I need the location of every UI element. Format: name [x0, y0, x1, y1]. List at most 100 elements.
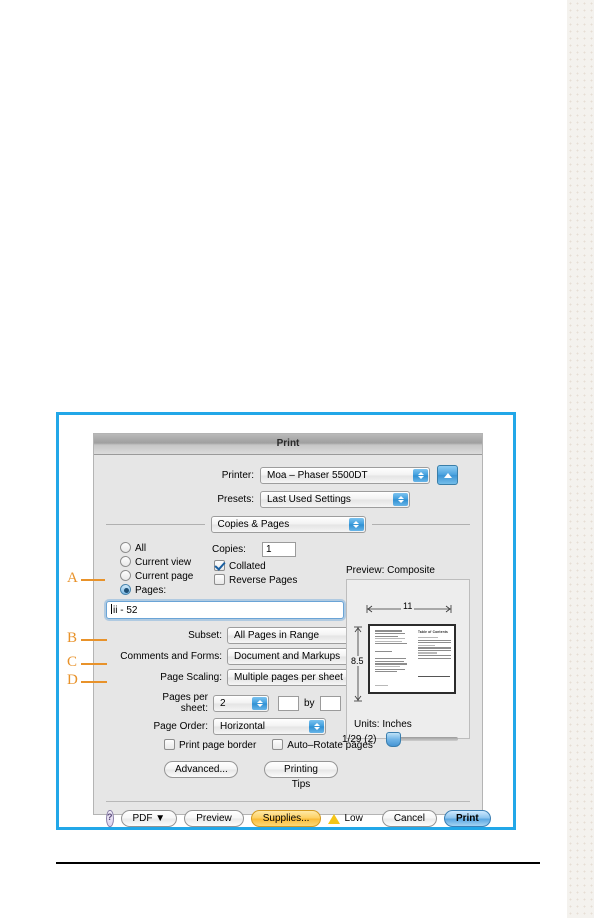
chevron-updown-icon: [252, 696, 267, 710]
width-dimension-value: 11: [401, 601, 415, 611]
divider-left: [106, 524, 205, 525]
eject-icon[interactable]: [437, 465, 458, 485]
chevron-updown-icon: [393, 493, 408, 506]
presets-label: Presets:: [217, 494, 254, 505]
custom-rows-input[interactable]: [278, 695, 299, 711]
radio-icon: [120, 570, 131, 581]
comments-and-forms-popup[interactable]: Document and Markups: [227, 648, 365, 665]
reverse-pages-label: Reverse Pages: [229, 575, 298, 586]
radio-all[interactable]: All: [120, 542, 212, 554]
preview-toc-title: Table of Contents: [417, 630, 449, 634]
comments-and-forms-label: Comments and Forms:: [120, 651, 222, 662]
printer-label: Printer:: [221, 469, 254, 481]
page-scaling-value: Multiple pages per sheet: [234, 672, 343, 683]
print-dialog: Print Printer: Moa – Phaser 5500DT Prese…: [93, 433, 491, 827]
height-dimension-value: 8.5: [349, 656, 366, 666]
pages-per-sheet-popup[interactable]: 2: [213, 694, 269, 712]
pane-popup[interactable]: Copies & Pages: [210, 516, 366, 533]
custom-cols-input[interactable]: [319, 695, 341, 711]
presets-value: Last Used Settings: [267, 494, 351, 505]
radio-all-label: All: [135, 543, 147, 554]
advanced-button[interactable]: Advanced...: [164, 761, 238, 778]
print-page-border-row[interactable]: Print page border: [164, 739, 256, 751]
callout-a-leader: [81, 579, 105, 581]
callout-c-leader: [81, 663, 107, 665]
radio-selected-icon: [120, 584, 131, 595]
checkbox-icon: [214, 574, 225, 585]
preview-box: 11 8.5 Table of Contents Units: Inches: [346, 579, 470, 739]
page-order-value: Horizontal: [220, 721, 266, 732]
cancel-button[interactable]: Cancel: [381, 810, 437, 827]
presets-popup[interactable]: Last Used Settings: [260, 491, 410, 508]
printing-tips-button[interactable]: Printing Tips: [264, 761, 338, 790]
by-label: by: [304, 697, 315, 709]
radio-current-page-label: Current page: [135, 571, 194, 582]
help-icon[interactable]: ?: [106, 810, 114, 827]
dialog-titlebar: Print: [94, 434, 482, 455]
printer-value: Moa – Phaser 5500DT: [267, 469, 368, 481]
page-order-popup[interactable]: Horizontal: [213, 718, 326, 735]
callout-d: D: [67, 672, 78, 688]
comments-and-forms-value: Document and Markups: [234, 651, 341, 662]
range-radio-group: All Current view Current page Pages:: [106, 542, 212, 598]
supply-status: Low: [328, 813, 363, 824]
print-button[interactable]: Print: [443, 810, 491, 827]
collated-label: Collated: [229, 561, 266, 572]
divider-right: [371, 524, 470, 525]
presets-row: Presets: Last Used Settings: [106, 491, 470, 508]
text-caret: [111, 604, 112, 614]
preview-panel: Preview: Composite 11 8.5 Table of Conte…: [346, 565, 470, 739]
preview-navigation: 1/29 (2): [342, 731, 470, 747]
preview-button[interactable]: Preview: [184, 810, 244, 827]
radio-pages[interactable]: Pages:: [120, 584, 212, 596]
subset-value: All Pages in Range: [234, 630, 320, 641]
page-margin-texture: [567, 0, 594, 918]
supply-status-label: Low: [344, 813, 363, 824]
preview-page-left: [370, 626, 412, 692]
dialog-footer: ? PDF ▼ Preview Supplies... Low Cancel P…: [106, 801, 491, 827]
preview-title: Preview: Composite: [346, 565, 435, 576]
subset-label: Subset:: [188, 630, 222, 641]
callout-b: B: [67, 630, 78, 646]
pane-selector-row: Copies & Pages: [106, 516, 470, 533]
radio-current-view[interactable]: Current view: [120, 556, 212, 568]
chevron-updown-icon: [309, 720, 324, 733]
page-bottom-rule: [56, 862, 540, 864]
checkbox-icon: [272, 739, 284, 750]
collated-checkbox-row[interactable]: Collated: [214, 560, 330, 572]
radio-pages-label: Pages:: [135, 585, 167, 596]
reverse-pages-checkbox-row[interactable]: Reverse Pages: [214, 574, 330, 586]
checkbox-checked-icon: [214, 560, 225, 571]
pages-range-value: ii - 52: [113, 605, 138, 616]
print-page-border-label: Print page border: [179, 740, 257, 751]
callout-b-leader: [81, 639, 107, 641]
copies-input[interactable]: 1: [262, 542, 296, 557]
subset-popup[interactable]: All Pages in Range: [227, 627, 365, 644]
printer-popup[interactable]: Moa – Phaser 5500DT: [260, 466, 430, 484]
warning-triangle-icon: [328, 813, 341, 824]
callout-d-leader: [81, 681, 107, 683]
chevron-updown-icon: [413, 468, 428, 482]
radio-current-page[interactable]: Current page: [120, 570, 212, 582]
supplies-button[interactable]: Supplies...: [250, 810, 322, 827]
pages-range-field[interactable]: ii - 52: [106, 601, 344, 619]
copies-group: Copies: 1 Collated Reverse Pages: [212, 542, 330, 598]
pages-per-sheet-value: 2: [220, 697, 226, 709]
pages-per-sheet-label: Pages per sheet:: [162, 692, 208, 714]
radio-icon: [120, 542, 131, 553]
page-counter: 1/29 (2): [342, 733, 377, 745]
preview-sheet: Table of Contents: [368, 624, 456, 694]
figure-frame: Print Printer: Moa – Phaser 5500DT Prese…: [56, 412, 516, 830]
page-scaling-label: Page Scaling:: [160, 672, 222, 683]
preview-page-right: Table of Contents: [412, 626, 454, 692]
pane-value: Copies & Pages: [217, 519, 290, 530]
preview-zoom-slider[interactable]: [386, 731, 459, 747]
preview-units: Units: Inches: [354, 719, 412, 730]
pdf-button[interactable]: PDF ▼: [120, 810, 178, 827]
page-order-label: Page Order:: [153, 721, 208, 732]
page-scaling-popup[interactable]: Multiple pages per sheet: [227, 669, 365, 686]
callout-a: A: [67, 570, 78, 586]
slider-thumb[interactable]: [386, 731, 402, 747]
radio-current-view-label: Current view: [135, 557, 192, 568]
printer-row: Printer: Moa – Phaser 5500DT: [106, 465, 470, 485]
